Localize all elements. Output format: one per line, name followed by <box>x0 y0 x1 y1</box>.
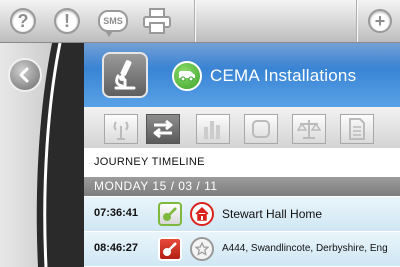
help-icon: ? <box>10 8 36 34</box>
page-title: CEMA Installations <box>210 66 357 85</box>
van-button[interactable] <box>172 61 202 91</box>
journey-location: Stewart Hall Home <box>222 207 323 221</box>
printer-icon <box>143 8 171 34</box>
journey-location: A444, Swandlincote, Derbyshire, Eng <box>222 243 388 254</box>
back-button[interactable] <box>8 58 42 92</box>
tab-document[interactable] <box>340 114 374 144</box>
plus-icon: + <box>368 9 392 33</box>
sms-button[interactable]: SMS <box>96 5 130 37</box>
print-button[interactable] <box>140 5 174 37</box>
date-bar: MONDAY 15 / 03 / 11 <box>84 177 400 196</box>
sms-icon: SMS <box>98 10 128 37</box>
star-icon <box>190 237 214 261</box>
square-icon <box>252 120 270 138</box>
journey-time: 08:46:27 <box>94 242 139 254</box>
tab-stats[interactable] <box>196 114 230 144</box>
home-icon <box>190 202 214 226</box>
antenna-icon <box>113 121 129 140</box>
toolbar-divider <box>194 0 195 42</box>
document-icon <box>349 118 365 140</box>
tab-blank[interactable] <box>244 114 278 144</box>
van-icon <box>179 71 195 82</box>
journey-time: 07:36:41 <box>94 207 139 219</box>
microscope-icon <box>114 60 136 90</box>
swap-arrows-icon <box>153 119 173 139</box>
tab-signal[interactable] <box>104 114 138 144</box>
chevron-left-icon <box>19 67 29 83</box>
ignition-on-icon <box>158 202 182 226</box>
journey-row[interactable]: 07:36:41 Stewart Hall Home <box>84 197 400 232</box>
help-button[interactable]: ? <box>8 5 38 37</box>
section-title: JOURNEY TIMELINE <box>94 156 205 168</box>
bar-chart-icon <box>204 121 220 139</box>
tab-scales[interactable] <box>292 114 326 144</box>
scales-icon <box>297 120 321 139</box>
microscope-button[interactable] <box>102 52 148 98</box>
toolbar-divider <box>356 0 357 42</box>
alert-icon: ! <box>54 8 80 34</box>
ignition-off-icon <box>158 237 182 261</box>
tab-journey[interactable] <box>146 114 180 144</box>
alert-button[interactable]: ! <box>52 5 82 37</box>
add-button[interactable]: + <box>366 5 394 37</box>
tab-strip <box>84 107 400 149</box>
top-toolbar: ? ! SMS + <box>0 0 400 43</box>
journey-row[interactable]: 08:46:27 A444, Swandlincote, Derbyshire,… <box>84 232 400 267</box>
